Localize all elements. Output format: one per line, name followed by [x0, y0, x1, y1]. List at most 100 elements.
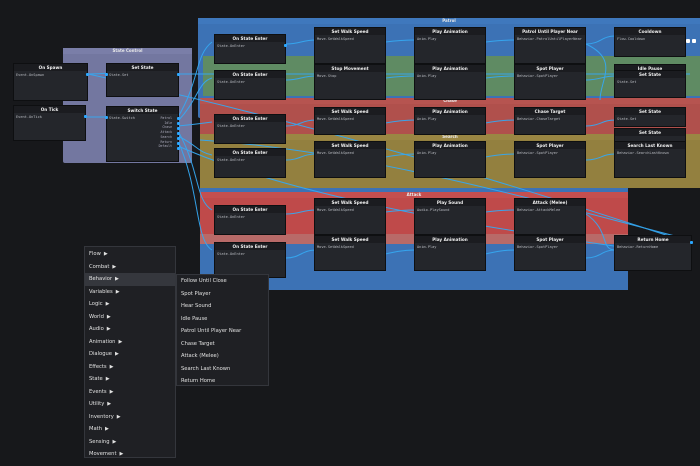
node-title: Search Last Known [615, 142, 685, 149]
node-return-home[interactable]: Return Home Behavior.ReturnHome [614, 235, 693, 271]
switch-output-labels: Patrol Idle Chase Attack Search Return D… [159, 116, 172, 149]
output-pin[interactable] [692, 39, 696, 43]
node-value: Anim.Play [417, 245, 437, 249]
menu-item-state[interactable]: State ▶ [85, 373, 175, 386]
menu-item-sensing[interactable]: Sensing ▶ [85, 436, 175, 449]
chevron-right-icon: ▶ [115, 276, 119, 282]
node-on-state-enter[interactable]: On State Enter State.OnEnter [214, 205, 286, 235]
behavior-submenu[interactable]: Follow Until Close Spot Player Hear Soun… [176, 274, 269, 386]
node-chase-target[interactable]: Chase Target Behavior.ChaseTarget [514, 107, 586, 135]
submenu-item-chase-target[interactable]: Chase Target [177, 338, 268, 351]
node-on-state-enter[interactable]: On State Enter State.OnEnter [214, 34, 287, 64]
node-set-state[interactable]: Set State State.Set [614, 107, 686, 127]
submenu-item-hear-sound[interactable]: Hear Sound [177, 300, 268, 313]
input-pin[interactable] [105, 116, 108, 119]
output-pin[interactable] [177, 137, 180, 140]
node-title: Stop Movement [315, 65, 385, 72]
output-pin[interactable] [177, 132, 180, 135]
node-play-sound[interactable]: Play Sound Audio.PlaySound [414, 198, 486, 235]
node-value: Behavior.SpotPlayer [517, 151, 559, 155]
output-pin[interactable] [177, 127, 180, 130]
node-play-animation[interactable]: Play Animation Anim.Play [414, 141, 486, 178]
submenu-item-search-last-known[interactable]: Search Last Known [177, 363, 268, 376]
chevron-right-icon: ▶ [118, 338, 123, 345]
node-spot-player[interactable]: Spot Player Behavior.SpotPlayer [514, 141, 586, 178]
node-play-animation[interactable]: Play Animation Anim.Play [414, 235, 486, 271]
add-node-menu[interactable]: Flow ▶ Combat ▶ Behavior ▶ Variables ▶ Logic… [84, 246, 176, 458]
output-pin[interactable] [177, 147, 180, 150]
node-switch-state[interactable]: Switch State State.Switch Patrol Idle Ch… [105, 106, 180, 162]
output-pin[interactable] [177, 73, 180, 76]
node-on-tick[interactable]: On Tick Event.OnTick [13, 105, 87, 141]
node-play-animation[interactable]: Play Animation Anim.Play [414, 27, 486, 64]
node-on-state-enter[interactable]: On State Enter State.OnEnter [214, 114, 286, 144]
node-on-state-enter[interactable]: On State Enter State.OnEnter [214, 242, 286, 278]
submenu-item-follow-until-close[interactable]: Follow Until Close [177, 275, 268, 288]
menu-item-movement[interactable]: Movement ▶ [85, 448, 175, 461]
submenu-item-patrol-until-player-near[interactable]: Patrol Until Player Near [177, 325, 268, 338]
node-value: Behavior.ReturnHome [617, 245, 659, 249]
node-set-walk-speed[interactable]: Set Walk Speed Move.SetWalkSpeed [314, 141, 386, 178]
menu-item-dialogue[interactable]: Dialogue ▶ [85, 348, 175, 361]
node-set-state[interactable]: Set State State.Set [105, 63, 180, 97]
node-title: On Tick [14, 106, 85, 113]
input-pin[interactable] [105, 73, 108, 76]
node-value: Move.SetWalkSpeed [317, 245, 354, 249]
node-set-walk-speed[interactable]: Set Walk Speed Move.SetWalkSpeed [314, 27, 386, 64]
output-pin[interactable] [177, 122, 180, 125]
node-attack-melee[interactable]: Attack (Melee) Behavior.AttackMelee [514, 198, 586, 235]
node-play-animation[interactable]: Play Animation Anim.Play [414, 64, 486, 100]
node-title: Play Animation [415, 65, 485, 72]
node-value: Anim.Play [417, 37, 437, 41]
node-title: Attack (Melee) [515, 199, 585, 206]
node-on-state-enter[interactable]: On State Enter State.OnEnter [214, 148, 286, 178]
node-value: Move.SetWalkSpeed [317, 208, 354, 212]
menu-item-flow[interactable]: Flow ▶ [85, 248, 175, 261]
node-title: On State Enter [215, 206, 285, 213]
node-spot-player[interactable]: Spot Player Behavior.SpotPlayer [514, 64, 586, 100]
submenu-item-spot-player[interactable]: Spot Player [177, 288, 268, 301]
node-set-walk-speed[interactable]: Set Walk Speed Move.SetWalkSpeed [314, 198, 386, 235]
node-stop-movement[interactable]: Stop Movement Move.Stop [314, 64, 386, 100]
menu-item-events[interactable]: Events ▶ [85, 386, 175, 399]
menu-item-combat[interactable]: Combat ▶ [85, 261, 175, 274]
output-pin[interactable] [686, 39, 690, 43]
input-pin[interactable] [690, 241, 693, 244]
submenu-item-attack-melee[interactable]: Attack (Melee) [177, 350, 268, 363]
menu-item-logic[interactable]: Logic ▶ [85, 298, 175, 311]
node-patrol-until-player-near[interactable]: Patrol Until Player Near Behavior.Patrol… [514, 27, 586, 64]
output-pin[interactable] [284, 44, 287, 47]
menu-item-world[interactable]: World ▶ [85, 311, 175, 324]
chevron-right-icon: ▶ [106, 326, 111, 332]
node-title: Set State [615, 71, 685, 78]
submenu-item-idle-pause[interactable]: Idle Pause [177, 313, 268, 326]
chevron-right-icon: ▶ [109, 363, 114, 370]
menu-item-animation[interactable]: Animation ▶ [85, 336, 175, 349]
menu-item-variables[interactable]: Variables ▶ [85, 286, 175, 299]
menu-item-utility[interactable]: Utility ▶ [85, 398, 175, 411]
menu-item-math[interactable]: Math ▶ [85, 423, 175, 436]
node-search-last-known[interactable]: Search Last Known Behavior.SearchLastKno… [614, 141, 686, 178]
menu-item-audio[interactable]: Audio ▶ [85, 323, 175, 336]
node-value: State.OnEnter [217, 158, 246, 162]
menu-item-behavior[interactable]: Behavior ▶ [85, 273, 175, 286]
output-pin[interactable] [86, 73, 89, 76]
node-on-spawn[interactable]: On Spawn Event.OnSpawn [13, 63, 89, 101]
node-value: State.OnEnter [217, 252, 246, 256]
node-on-state-enter[interactable]: On State Enter State.OnEnter [214, 70, 286, 100]
node-set-walk-speed[interactable]: Set Walk Speed Move.SetWalkSpeed [314, 107, 386, 135]
node-play-animation[interactable]: Play Animation Anim.Play [414, 107, 486, 135]
node-set-state[interactable]: Set State State.Set [614, 70, 686, 98]
node-value: State.OnEnter [217, 124, 246, 128]
menu-item-effects[interactable]: Effects ▶ [85, 361, 175, 374]
node-value: Event.OnSpawn [16, 73, 45, 77]
output-pin[interactable] [177, 117, 180, 120]
node-cooldown[interactable]: Cooldown Flow.Cooldown [614, 27, 686, 57]
output-pin[interactable] [84, 115, 87, 118]
submenu-item-return-home[interactable]: Return Home [177, 375, 268, 388]
node-spot-player[interactable]: Spot Player Behavior.SpotPlayer [514, 235, 586, 271]
menu-item-inventory[interactable]: Inventory ▶ [85, 411, 175, 424]
output-pin[interactable] [177, 142, 180, 145]
node-set-walk-speed[interactable]: Set Walk Speed Move.SetWalkSpeed [314, 235, 386, 271]
node-title: Set Walk Speed [315, 236, 385, 243]
